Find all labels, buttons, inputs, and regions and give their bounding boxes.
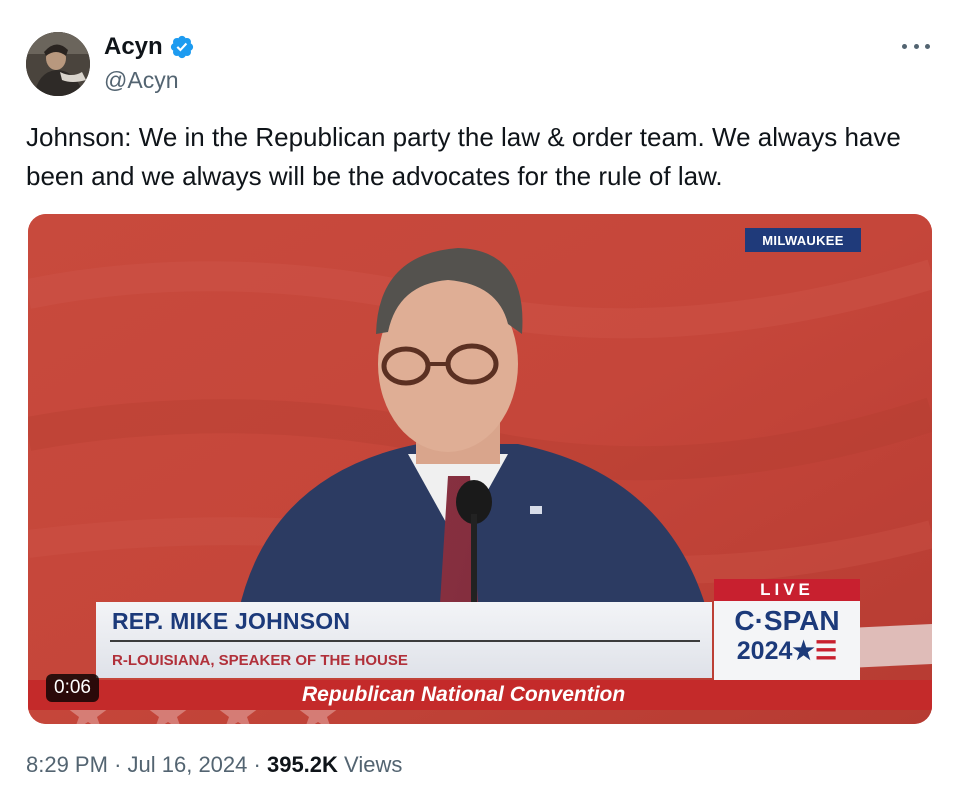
views-label: Views: [344, 752, 403, 777]
network-logo: C·SPAN: [734, 605, 840, 636]
tweet-card: Acyn @Acyn Johnson: We in the Republican…: [0, 0, 964, 796]
author-name-text: Acyn: [104, 33, 163, 60]
lower-third: REP. MIKE JOHNSON R-LOUISIANA, SPEAKER O…: [96, 602, 712, 678]
meta-separator: ·: [114, 752, 122, 777]
star-icon: ★: [792, 637, 815, 665]
speaker-name: REP. MIKE JOHNSON: [112, 608, 351, 634]
location-badge: MILWAUKEE: [745, 228, 861, 252]
views-count: 395.2K: [266, 752, 338, 777]
timestamp-link[interactable]: 8:29 PM · Jul 16, 2024: [26, 752, 247, 777]
more-dot: [913, 43, 919, 49]
divider: [110, 640, 700, 642]
speaker-title: R-LOUISIANA, SPEAKER OF THE HOUSE: [112, 652, 408, 669]
video-duration: 0:06: [46, 674, 99, 702]
author-name[interactable]: Acyn: [104, 32, 195, 62]
author-handle[interactable]: @Acyn: [104, 66, 178, 94]
video-player[interactable]: MILWAUKEE REP. MIKE JOHNSON R-LOUISIANA,…: [28, 214, 932, 724]
tweet-date: Jul 16, 2024: [127, 752, 248, 777]
more-dot: [925, 43, 930, 49]
live-badge: LIVE: [714, 579, 860, 601]
tweet-time: 8:29 PM: [26, 752, 108, 777]
network-year: 2024★☰: [714, 637, 860, 665]
meta-separator: ·: [253, 752, 261, 777]
avatar[interactable]: [26, 32, 90, 96]
event-banner: Republican National Convention: [302, 683, 626, 706]
verified-badge-icon: [170, 35, 193, 59]
stripes-icon: ☰: [814, 637, 838, 665]
network-year-text: 2024: [736, 637, 793, 665]
avatar-image: [26, 32, 90, 96]
more-horizontal-icon[interactable]: [902, 36, 930, 56]
tweet-text: Johnson: We in the Republican party the …: [26, 122, 901, 191]
tweet-meta: 8:29 PM · Jul 16, 2024 · 395.2K Views: [26, 750, 402, 780]
more-dot: [902, 43, 907, 49]
